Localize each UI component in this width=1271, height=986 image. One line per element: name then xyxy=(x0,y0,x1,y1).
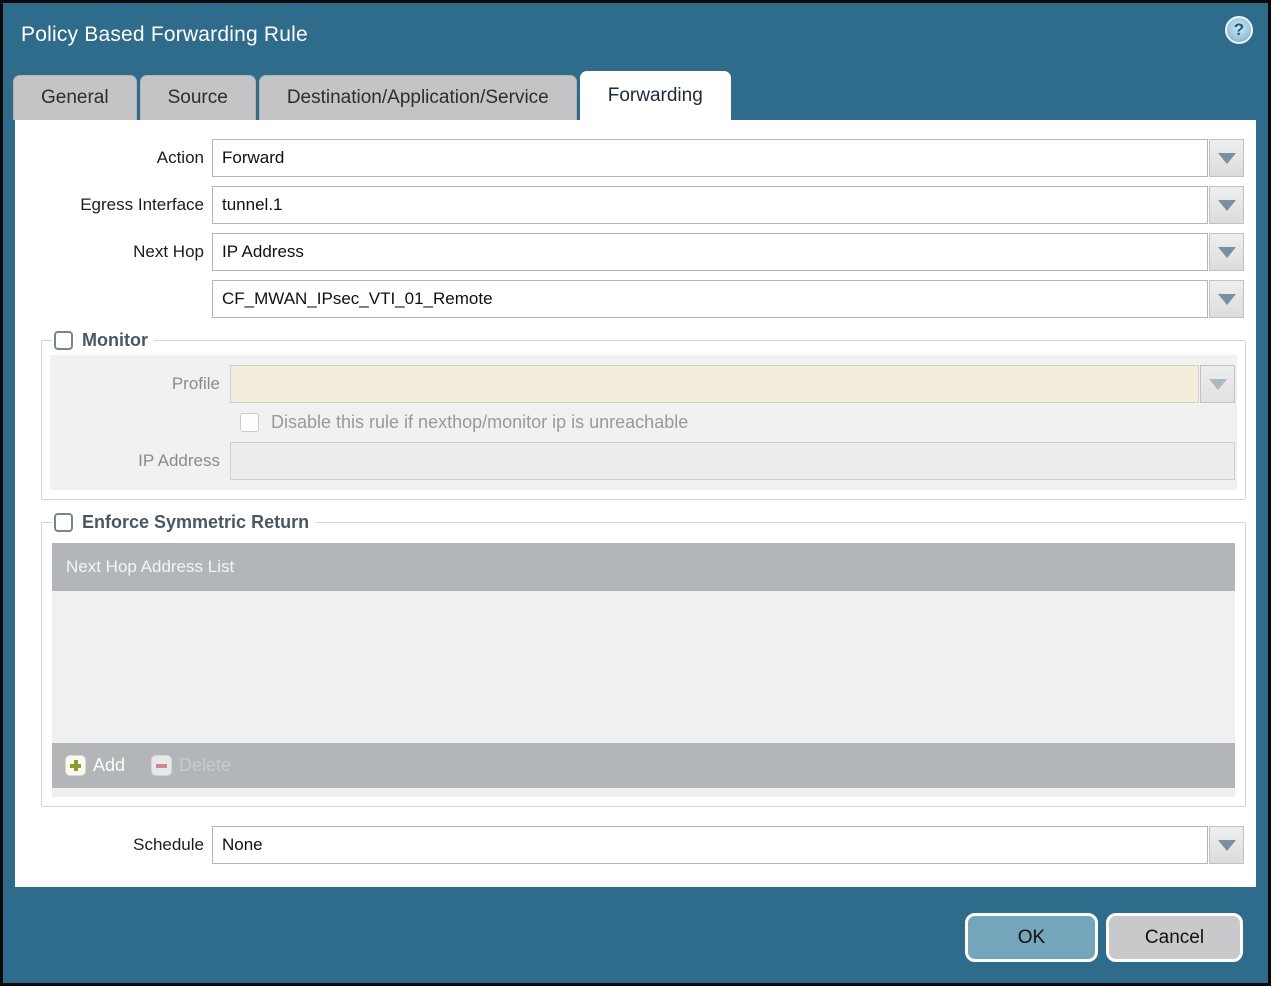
next-hop-address-list-body xyxy=(52,591,1235,743)
next-hop-dropdown-button[interactable] xyxy=(1209,233,1244,271)
action-combo xyxy=(212,139,1244,177)
action-label: Action xyxy=(156,148,204,167)
symmetric-return-legend: Enforce Symmetric Return xyxy=(52,512,315,533)
help-glyph: ? xyxy=(1233,20,1245,39)
tab-destination-application-service[interactable]: Destination/Application/Service xyxy=(258,75,577,120)
tab-source[interactable]: Source xyxy=(139,75,256,120)
profile-input xyxy=(230,365,1199,403)
egress-interface-row: Egress Interface xyxy=(15,186,1244,224)
next-hop-address-list-header: Next Hop Address List xyxy=(52,543,1235,591)
add-button-label: Add xyxy=(93,755,126,775)
dialog-titlebar: Policy Based Forwarding Rule xyxy=(3,3,1268,67)
delete-button-label: Delete xyxy=(179,755,232,775)
next-hop-address-table: Next Hop Address List Add Delete xyxy=(52,543,1235,797)
egress-interface-dropdown-button[interactable] xyxy=(1209,186,1244,224)
chevron-down-icon xyxy=(1208,378,1227,390)
next-hop-address-row xyxy=(15,280,1244,318)
monitor-legend: Monitor xyxy=(52,330,154,351)
dialog-title: Policy Based Forwarding Rule xyxy=(21,23,308,46)
tab-forwarding[interactable]: Forwarding xyxy=(579,71,731,120)
next-hop-address-input[interactable] xyxy=(212,280,1208,318)
next-hop-row: Next Hop xyxy=(15,233,1244,271)
chevron-down-icon xyxy=(1217,152,1236,164)
monitor-checkbox[interactable] xyxy=(54,331,73,350)
next-hop-type-input[interactable] xyxy=(212,233,1208,271)
symmetric-return-fieldset: Enforce Symmetric Return Next Hop Addres… xyxy=(41,512,1246,807)
disable-rule-checkbox xyxy=(240,413,259,432)
monitor-ip-address-row: IP Address xyxy=(52,442,1235,480)
action-row: Action xyxy=(15,139,1244,177)
disable-rule-label: Disable this rule if nexthop/monitor ip … xyxy=(271,412,689,432)
chevron-down-icon xyxy=(1217,199,1236,211)
monitor-ip-address-label: IP Address xyxy=(138,451,220,470)
schedule-label: Schedule xyxy=(133,835,204,854)
egress-interface-input[interactable] xyxy=(212,186,1208,224)
symmetric-return-checkbox[interactable] xyxy=(54,513,73,532)
schedule-dropdown-button[interactable] xyxy=(1209,826,1244,864)
chevron-down-icon xyxy=(1217,839,1236,851)
schedule-row: Schedule xyxy=(15,826,1244,864)
action-input[interactable] xyxy=(212,139,1208,177)
next-hop-address-combo xyxy=(212,280,1244,318)
egress-interface-label: Egress Interface xyxy=(80,195,204,214)
tab-general[interactable]: General xyxy=(13,75,137,120)
profile-row: Profile xyxy=(52,365,1235,403)
schedule-combo xyxy=(212,826,1244,864)
disable-rule-row: Disable this rule if nexthop/monitor ip … xyxy=(240,412,1237,433)
table-toolbar: Add Delete xyxy=(52,743,1235,788)
monitor-ip-address-input xyxy=(230,442,1235,480)
delete-button: Delete xyxy=(151,755,231,776)
monitor-panel: Profile Disable this rule if nexthop/mon… xyxy=(50,355,1237,490)
chevron-down-icon xyxy=(1217,293,1236,305)
tab-bar: General Source Destination/Application/S… xyxy=(13,71,734,120)
ok-button[interactable]: OK xyxy=(965,913,1098,962)
tab-destination-label: Destination/Application/Service xyxy=(286,87,549,108)
cancel-button[interactable]: Cancel xyxy=(1106,913,1243,962)
policy-based-forwarding-dialog: Policy Based Forwarding Rule ? General S… xyxy=(0,0,1271,986)
forwarding-tab-panel: Action Egress Interface Next Hop xyxy=(15,120,1256,887)
next-hop-address-dropdown-button[interactable] xyxy=(1209,280,1244,318)
next-hop-label: Next Hop xyxy=(133,242,204,261)
monitor-fieldset: Monitor Profile Disable this rule if nex… xyxy=(41,330,1246,500)
add-button[interactable]: Add xyxy=(65,755,125,776)
chevron-down-icon xyxy=(1217,246,1236,258)
tab-forwarding-label: Forwarding xyxy=(607,85,703,106)
monitor-legend-label: Monitor xyxy=(82,330,148,350)
action-dropdown-button[interactable] xyxy=(1209,139,1244,177)
table-bottom-strip xyxy=(52,788,1235,797)
minus-icon xyxy=(151,755,173,776)
tab-general-label: General xyxy=(41,87,109,108)
tab-source-label: Source xyxy=(167,87,228,108)
egress-interface-combo xyxy=(212,186,1244,224)
help-icon[interactable]: ? xyxy=(1225,16,1253,44)
symmetric-return-legend-label: Enforce Symmetric Return xyxy=(82,512,310,532)
schedule-input[interactable] xyxy=(212,826,1208,864)
profile-label: Profile xyxy=(171,374,220,393)
plus-icon xyxy=(65,755,86,776)
next-hop-combo xyxy=(212,233,1244,271)
profile-dropdown-button xyxy=(1200,365,1235,403)
